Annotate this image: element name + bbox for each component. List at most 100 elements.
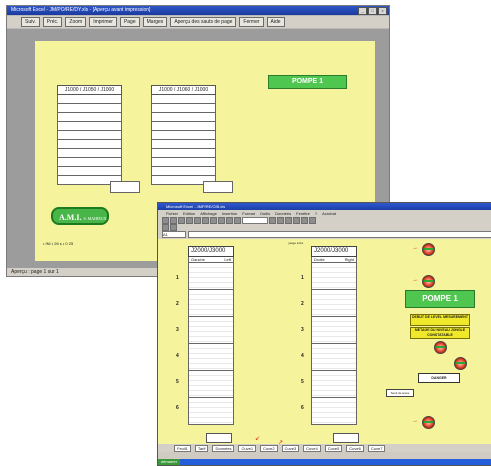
front-title-bar[interactable]: Microsoft Excel - JMP/RE/CIB.xls — [158, 203, 491, 210]
table-row[interactable] — [188, 344, 234, 371]
menu-bar: Fichier Edition Affichage Insertion Form… — [158, 210, 491, 217]
gauge-arrow-icon: ↙ — [255, 436, 261, 442]
table-row — [151, 167, 216, 176]
open-icon[interactable] — [170, 217, 177, 224]
save-icon[interactable] — [178, 217, 185, 224]
row-number: 4 — [301, 353, 304, 359]
menu-insertion[interactable]: Insertion — [222, 210, 237, 217]
preview-pompe-label: POMPE 1 — [268, 75, 347, 89]
back-window-title: Microsoft Excel - JM/PO/RE/DY.xls - [Ape… — [11, 7, 151, 13]
margins-button[interactable]: Marges — [142, 17, 168, 27]
table-row[interactable] — [188, 317, 234, 344]
sheet-total-left[interactable] — [206, 433, 232, 443]
row-number: 2 — [301, 301, 304, 307]
prev-page-button[interactable]: Préc. — [42, 17, 63, 27]
next-page-button[interactable]: Suiv. — [21, 17, 40, 27]
table-row[interactable] — [188, 398, 234, 425]
close-preview-button[interactable]: Fermer — [239, 17, 264, 27]
print-icon[interactable] — [186, 217, 193, 224]
tab-cuve1[interactable]: Cuve1 — [238, 445, 257, 452]
preview-icon[interactable] — [194, 217, 201, 224]
menu-affichage[interactable]: Affichage — [200, 210, 217, 217]
tab-cuve2[interactable]: Cuve2 — [260, 445, 278, 452]
formula-input[interactable] — [188, 231, 491, 238]
menu-acrobat[interactable]: Acrobat — [322, 210, 336, 217]
tab-cuve4[interactable]: Cuve4 — [303, 445, 321, 452]
close-icon[interactable]: × — [378, 7, 387, 15]
table-row — [151, 131, 216, 140]
menu-help[interactable]: ? — [315, 210, 317, 217]
menu-donnees[interactable]: Données — [275, 210, 291, 217]
chart-icon[interactable] — [170, 224, 177, 231]
preview-footer: • INI • 26 s • 0 25 — [43, 241, 74, 246]
zoom-select[interactable] — [242, 217, 268, 224]
undo-icon[interactable] — [226, 217, 233, 224]
menu-edition[interactable]: Edition — [183, 210, 195, 217]
table-row — [57, 113, 122, 122]
tab-cuve6[interactable]: Cuve6 — [346, 445, 364, 452]
danger-button[interactable]: DANGER — [418, 373, 460, 383]
bold-icon[interactable] — [269, 217, 276, 224]
italic-icon[interactable] — [277, 217, 284, 224]
table-row[interactable] — [311, 290, 357, 317]
tab-cuve7[interactable]: Cuve7 — [367, 445, 386, 452]
table-row — [57, 122, 122, 131]
menu-outils[interactable]: Outils — [260, 210, 270, 217]
excel-window: Microsoft Excel - JMP/RE/CIB.xls Fichier… — [157, 202, 491, 466]
sheet-total-right[interactable] — [333, 433, 359, 443]
table-row[interactable] — [188, 371, 234, 398]
table-row[interactable] — [311, 344, 357, 371]
threshold-label: Seuil de levée — [386, 389, 414, 397]
tab-donnees[interactable]: Données — [212, 445, 235, 452]
table-row[interactable] — [188, 290, 234, 317]
front-window-title: Microsoft Excel - JMP/RE/CIB.xls — [166, 204, 226, 209]
worksheet[interactable]: J2000/J3000 Gauche Left 1 2 3 4 5 6 jaug… — [158, 239, 491, 444]
table-row[interactable] — [311, 398, 357, 425]
sheet-table-left: J2000/J3000 Gauche Left — [188, 246, 234, 425]
menu-format[interactable]: Format — [242, 210, 255, 217]
back-title-bar[interactable]: Microsoft Excel - JM/PO/RE/DY.xls - [Ape… — [7, 6, 389, 15]
help-button[interactable]: Aide — [266, 17, 285, 27]
table-row — [151, 104, 216, 113]
zoom-button[interactable]: Zoom — [65, 17, 87, 27]
row-number: 1 — [176, 275, 179, 281]
tab-cuve3[interactable]: Cuve3 — [281, 445, 300, 452]
paste-icon[interactable] — [218, 217, 225, 224]
align-right-icon[interactable] — [309, 217, 316, 224]
table-row — [151, 95, 216, 104]
draw-icon[interactable] — [162, 224, 169, 231]
tab-tarif[interactable]: Tarif — [194, 445, 209, 452]
menu-fenetre[interactable]: Fenêtre — [296, 210, 310, 217]
start-button[interactable]: démarrer — [158, 459, 180, 465]
table-row[interactable] — [311, 317, 357, 344]
name-box[interactable]: A1 — [162, 231, 186, 238]
level-box: DEBUT DE LEVEL MESUREMENT — [410, 314, 470, 326]
gauge-box: METAGE DU NIVEAU JONGLE CONSTATABLE — [410, 327, 470, 339]
table-row[interactable] — [188, 263, 234, 290]
preview-table-left: J1000 / J1050 / J1000 — [57, 85, 122, 185]
table-row[interactable] — [311, 371, 357, 398]
align-left-icon[interactable] — [293, 217, 300, 224]
cut-icon[interactable] — [202, 217, 209, 224]
redo-icon[interactable] — [234, 217, 241, 224]
tab-feuil1[interactable]: Feuil1 — [174, 445, 191, 452]
tab-cuve5[interactable]: Cuve5 — [324, 445, 343, 452]
preview-table-right-header: J1000 / J1060 / J1000 — [151, 85, 216, 95]
copy-icon[interactable] — [210, 217, 217, 224]
align-center-icon[interactable] — [301, 217, 308, 224]
arrow-right-icon: → — [412, 277, 418, 283]
new-icon[interactable] — [162, 217, 169, 224]
table-row — [151, 158, 216, 167]
print-button[interactable]: Imprimer — [89, 17, 117, 27]
maximize-icon[interactable]: □ — [368, 7, 377, 15]
page-break-button[interactable]: Aperçu des sauts de page — [170, 17, 237, 27]
menu-fichier[interactable]: Fichier — [166, 210, 178, 217]
minimize-icon[interactable]: _ — [358, 7, 367, 15]
indicator-lamp-icon — [454, 357, 467, 370]
table-row[interactable] — [311, 263, 357, 290]
preview-total-left — [110, 181, 140, 193]
underline-icon[interactable] — [285, 217, 292, 224]
page-setup-button[interactable]: Page — [119, 17, 140, 27]
table-row — [57, 158, 122, 167]
row-number: 1 — [301, 275, 304, 281]
